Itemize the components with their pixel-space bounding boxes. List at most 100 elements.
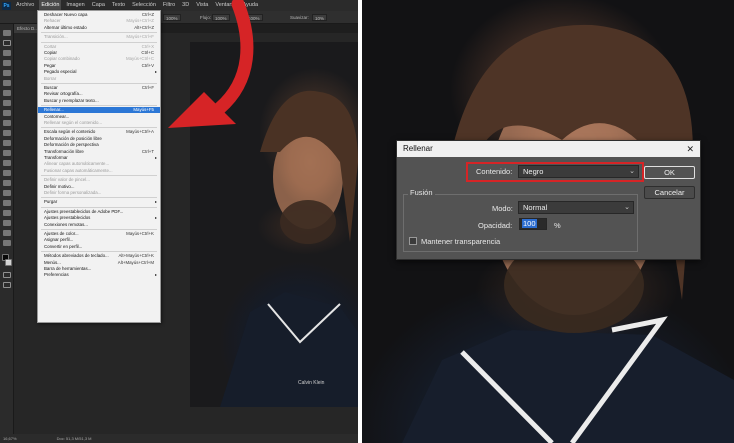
modo-select[interactable]: Normal ⌄ [518,201,634,214]
quick-mask-icon[interactable] [3,272,11,278]
status-zoom[interactable]: 16,67% [3,434,17,443]
menu-item-shortcut: Ctrl+T [141,148,154,154]
menu-separator [41,41,157,43]
menu-item[interactable]: Deformación de posición libre [38,136,160,142]
menu-item[interactable]: Pegado especial ▸ [38,69,160,75]
menu-item[interactable]: Deformación de perspectiva [38,142,160,148]
menu-item[interactable]: Menús... Alt+Mayús+Ctrl+M [38,260,160,266]
menu-item[interactable]: Contornear... [38,114,160,120]
submenu-arrow-icon: ▸ [154,199,157,205]
dialog-title: Rellenar [403,144,433,153]
menu-item[interactable]: Pegar Ctrl+V [38,63,160,69]
menu-item[interactable]: Copiar Ctrl+C [38,50,160,56]
menu-item-label: Definir valor de pincel... [44,177,90,183]
menu-item-label: Copiar [44,50,57,55]
close-icon[interactable]: ✕ [686,141,694,157]
mantener-transparencia-label: Mantener transparencia [421,237,501,246]
menu-item: Cortar Ctrl+X [38,44,160,50]
crop-tool-icon[interactable] [3,70,11,76]
tools-panel [0,24,14,434]
menu-item[interactable]: Ajustes preestablecidos ▸ [38,215,160,221]
eyedropper-tool-icon[interactable] [3,90,11,96]
menu-item[interactable]: Transformación libre Ctrl+T [38,149,160,155]
menu-item: Rehacer Mayús+Ctrl+Z [38,18,160,24]
menu-item: Fusionar capas automáticamente... [38,168,160,174]
contenido-highlight-box [466,162,644,182]
menu-item-label: Deformación de posición libre [44,135,102,141]
menu-item[interactable]: Definir motivo... [38,184,160,190]
menu-item[interactable]: Buscar y reemplazar texto... [38,98,160,104]
quick-selection-tool-icon[interactable] [3,60,11,66]
hand-tool-icon[interactable] [3,220,11,226]
menu-item[interactable]: Métodos abreviados de teclado... Alt+Mayú… [38,253,160,259]
rectangle-tool-icon[interactable] [3,210,11,216]
menu-item[interactable]: Alternar último estado Alt+Ctrl+Z [38,25,160,31]
opacidad-input[interactable]: 100 [519,218,547,230]
menu-item[interactable]: Barra de herramientas... [38,266,160,272]
menu-item[interactable]: Conexiones remotas... [38,222,160,228]
menu-item-label: Métodos abreviados de teclado... [44,253,109,259]
fusion-label: Fusión [408,188,435,197]
menu-item-label: Fusionar capas automáticamente... [44,167,113,173]
menu-item: Alinear capas automáticamente... [38,161,160,167]
type-tool-icon[interactable] [3,190,11,196]
menu-archivo[interactable]: Archivo [14,0,36,11]
menu-item-shortcut: Ctrl+X [141,43,154,49]
menu-item[interactable]: Purgar ▸ [38,199,160,205]
menu-separator [41,105,157,107]
menu-separator [41,83,157,84]
menu-item-label: Rehacer [44,18,61,24]
path-selection-tool-icon[interactable] [3,200,11,206]
cancel-button[interactable]: Cancelar [644,186,695,199]
menu-item-shortcut: Mayús+Ctrl+C [125,56,154,62]
screen-mode-icon[interactable] [3,282,11,288]
modo-label: Modo: [492,204,513,213]
menu-item[interactable]: Asignar perfil... [38,237,160,243]
menu-item[interactable]: Buscar Ctrl+F [38,85,160,91]
clone-stamp-tool-icon[interactable] [3,120,11,126]
menu-item[interactable]: Convertir en perfil... [38,244,160,250]
menu-item-label: Transformar [44,155,68,160]
pen-tool-icon[interactable] [3,180,11,186]
ok-button[interactable]: OK [644,166,695,179]
lasso-tool-icon[interactable] [3,50,11,56]
more-tools-icon[interactable] [3,240,11,246]
status-doc-size: Doc: 51,3 M/51,3 M [56,436,92,441]
brush-tool-icon[interactable] [3,110,11,116]
eraser-tool-icon[interactable] [3,140,11,146]
menu-item-label: Borrar [44,75,57,81]
menu-item[interactable]: Preferencias ▸ [38,272,160,278]
menu-item-shortcut: Alt+Mayús+Ctrl+M [117,259,154,265]
menu-item[interactable]: Ajustes preestablecidos de Adobe PDF... [38,209,160,215]
healing-brush-tool-icon[interactable] [3,100,11,106]
menu-item[interactable]: Transformar ▸ [38,155,160,161]
menu-item-shortcut: Mayús+F5 [133,107,154,113]
menu-item-label: Transición... [44,34,68,40]
submenu-arrow-icon: ▸ [154,215,157,221]
menu-item[interactable]: Ajustes de color... Mayús+Ctrl+K [38,231,160,237]
menu-item[interactable]: Rellenar... Mayús+F5 [38,107,160,113]
menu-item-label: Revisar ortografía... [44,91,83,97]
dodge-tool-icon[interactable] [3,170,11,176]
marquee-tool-icon[interactable] [3,40,11,46]
menu-item-shortcut: Mayús+Ctrl+F [126,34,154,40]
history-brush-tool-icon[interactable] [3,130,11,136]
menu-item[interactable]: Deshacer Nuevo capa Ctrl+Z [38,12,160,18]
zoom-tool-icon[interactable] [3,230,11,236]
gradient-tool-icon[interactable] [3,150,11,156]
menu-item: Copiar combinado Mayús+Ctrl+C [38,56,160,62]
menu-item-shortcut: Ctrl+C [141,50,154,55]
move-tool-icon[interactable] [3,30,11,36]
menu-item[interactable]: Escala según el contenido Mayús+Ctrl+A [38,129,160,135]
submenu-arrow-icon: ▸ [154,155,157,160]
blur-tool-icon[interactable] [3,160,11,166]
menu-item[interactable]: Revisar ortografía... [38,91,160,97]
mantener-transparencia-checkbox[interactable] [409,237,417,245]
left-screenshot: Ps Archivo Edición Imagen Capa Texto Sel… [0,0,358,443]
menu-item-label: Pegado especial [44,69,77,75]
menu-item-label: Copiar combinado [44,56,80,62]
menu-item-label: Buscar y reemplazar texto... [44,97,99,103]
frame-tool-icon[interactable] [3,80,11,86]
background-color-swatch[interactable] [5,259,12,266]
menu-item-shortcut: Mayús+Ctrl+K [126,231,154,236]
